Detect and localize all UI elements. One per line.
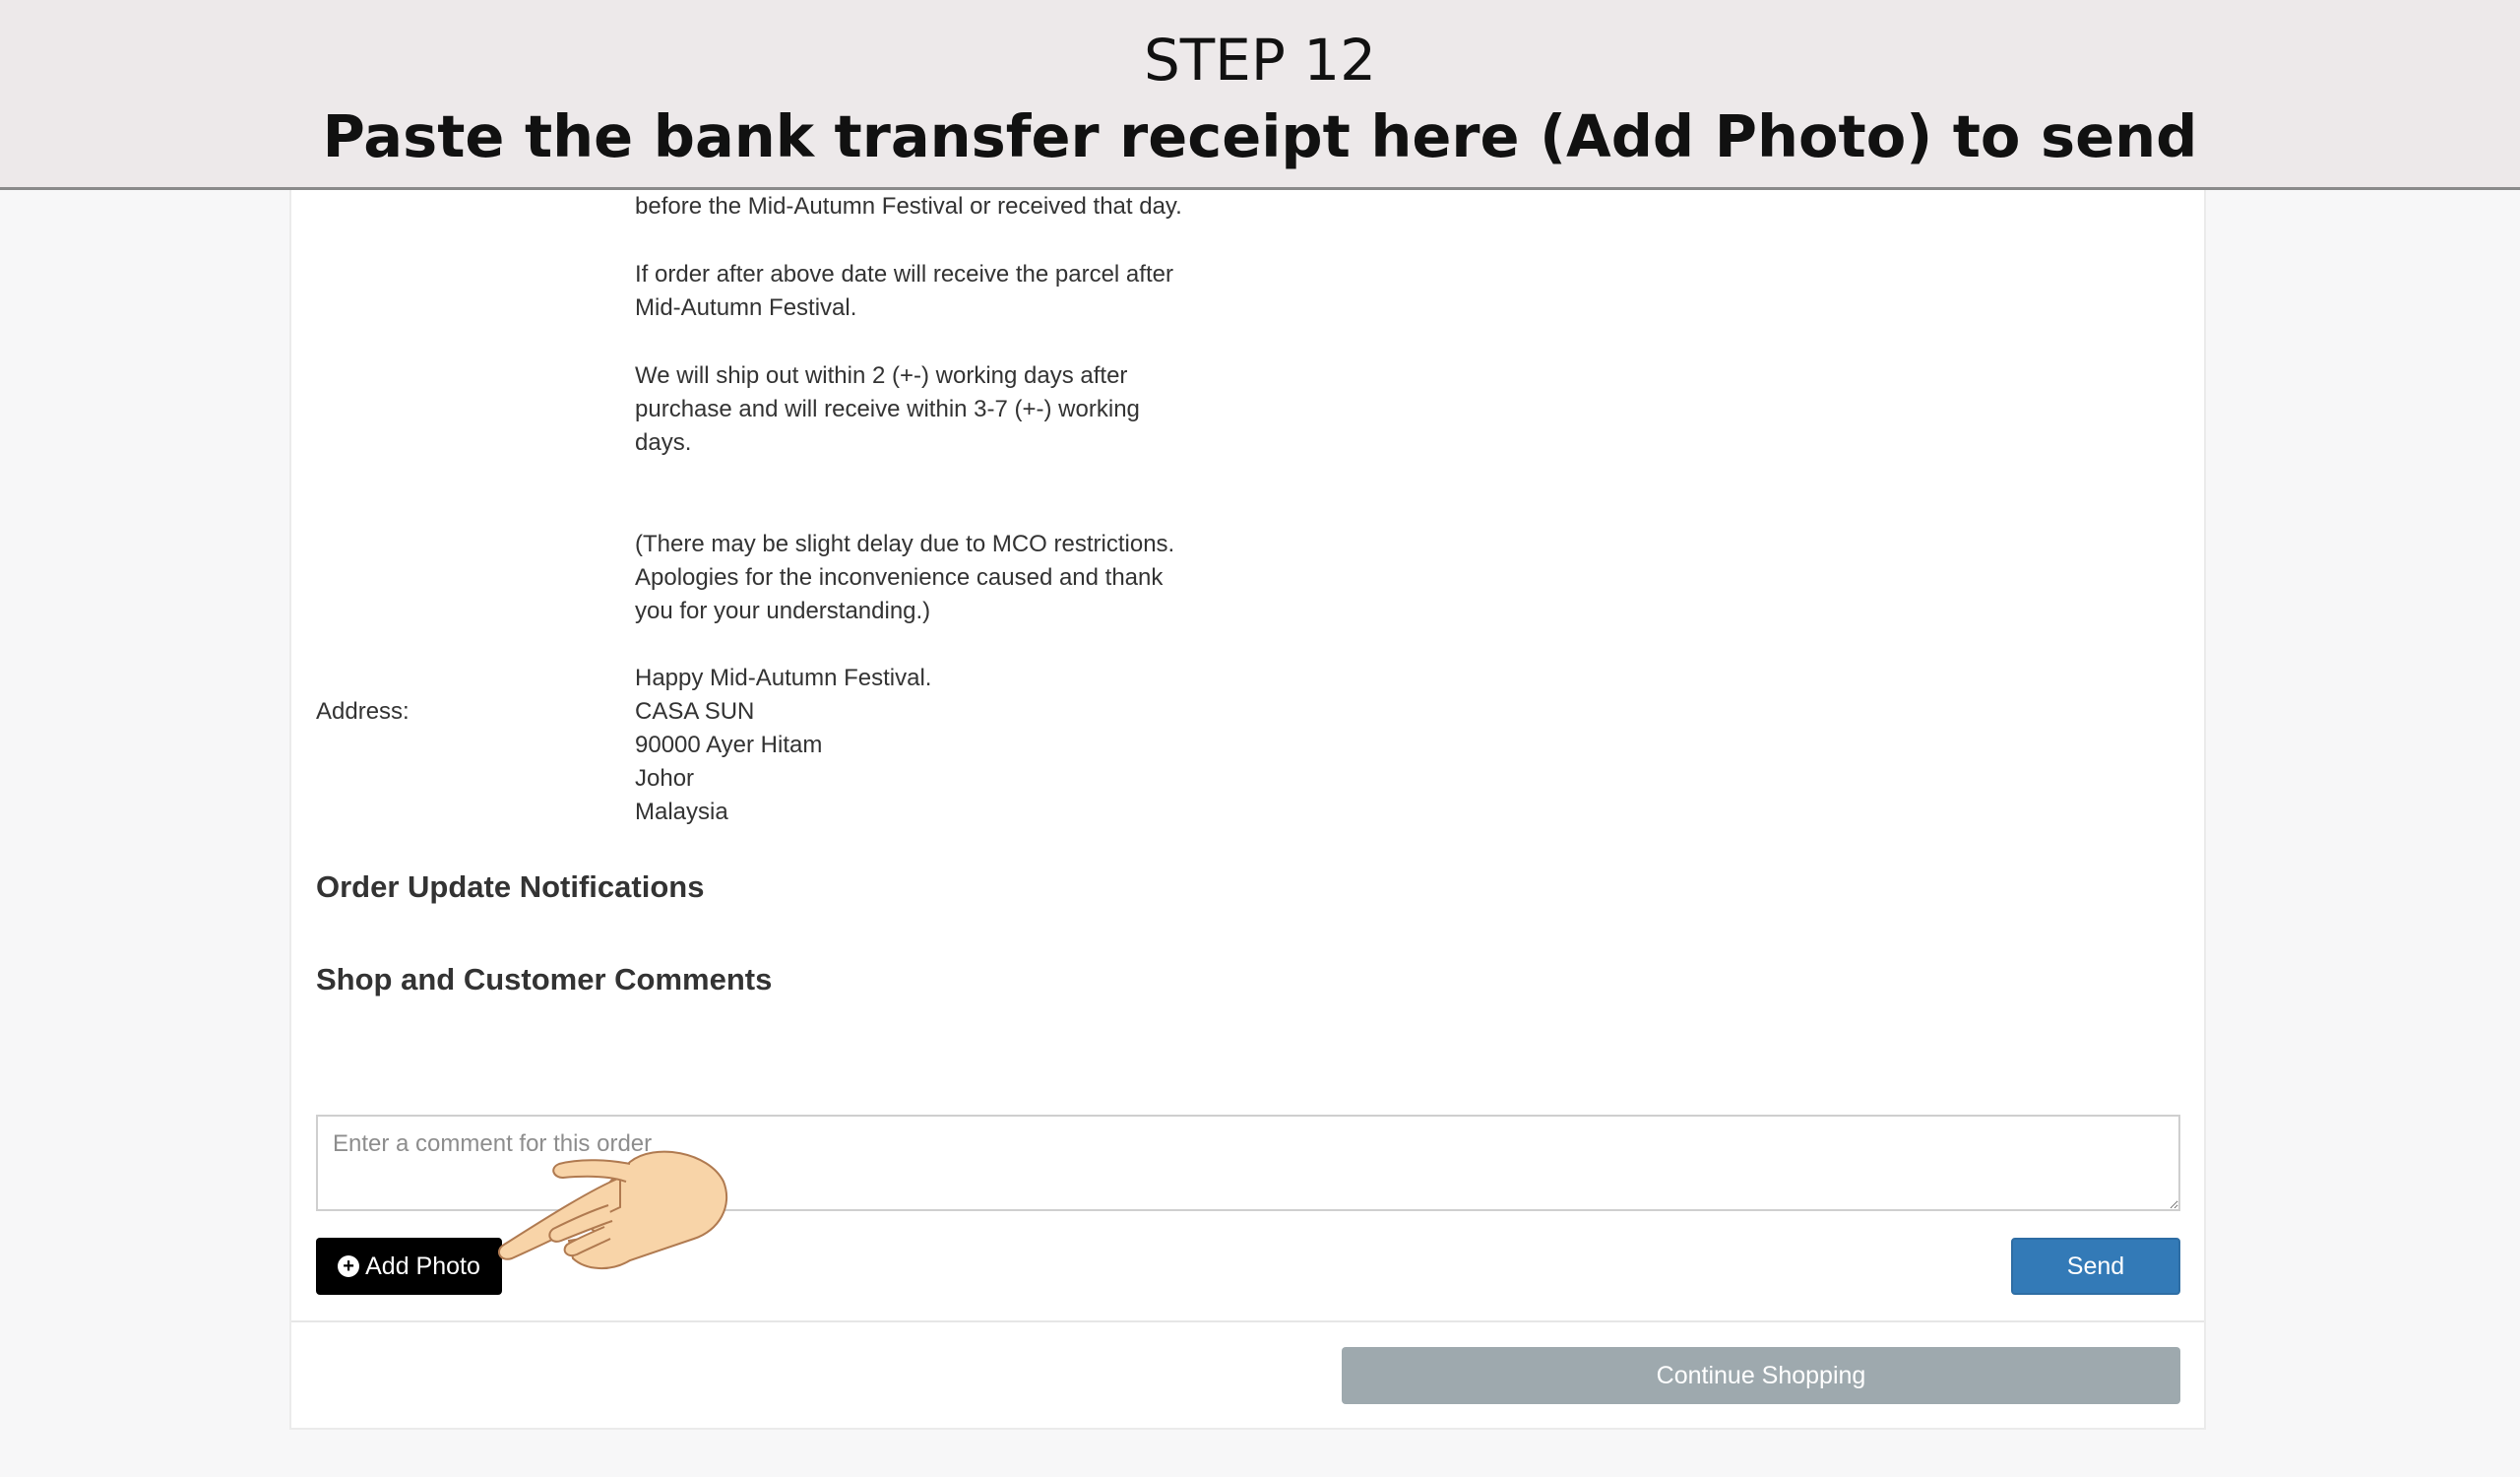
order-note-line: before the Mid-Autumn Festival or receiv… bbox=[635, 193, 1182, 220]
order-note-line: you for your understanding.) bbox=[635, 598, 931, 624]
footer-divider bbox=[291, 1320, 2204, 1322]
order-note-line: (There may be slight delay due to MCO re… bbox=[635, 531, 1175, 557]
step-number: STEP 12 bbox=[1143, 27, 1377, 94]
address-line: Happy Mid-Autumn Festival. bbox=[635, 665, 932, 691]
order-note-line: We will ship out within 2 (+-) working d… bbox=[635, 362, 1128, 389]
add-photo-button[interactable]: + Add Photo bbox=[316, 1238, 502, 1295]
pointing-hand-icon bbox=[497, 1150, 728, 1270]
address-line: Johor bbox=[635, 765, 695, 792]
address-label: Address: bbox=[316, 698, 410, 725]
send-label: Send bbox=[2066, 1252, 2125, 1280]
continue-shopping-button[interactable]: Continue Shopping bbox=[1342, 1347, 2180, 1404]
address-value: Happy Mid-Autumn Festival. CASA SUN 9000… bbox=[635, 662, 931, 829]
add-photo-label: Add Photo bbox=[365, 1252, 480, 1280]
order-note-line: Mid-Autumn Festival. bbox=[635, 294, 857, 321]
instruction-banner: STEP 12 Paste the bank transfer receipt … bbox=[0, 0, 2520, 190]
address-line: Malaysia bbox=[635, 799, 728, 825]
order-note-line: If order after above date will receive t… bbox=[635, 261, 1173, 288]
order-update-notifications-heading: Order Update Notifications bbox=[316, 869, 705, 904]
send-button[interactable]: Send bbox=[2011, 1238, 2180, 1295]
address-line: CASA SUN bbox=[635, 698, 755, 725]
order-note-line: Apologies for the inconvenience caused a… bbox=[635, 564, 1164, 591]
address-line: 90000 Ayer Hitam bbox=[635, 732, 823, 758]
step-instruction: Paste the bank transfer receipt here (Ad… bbox=[322, 102, 2198, 170]
order-note-line: days. bbox=[635, 429, 692, 456]
plus-circle-icon: + bbox=[338, 1255, 360, 1277]
order-note-line: purchase and will receive within 3-7 (+-… bbox=[635, 396, 1140, 422]
continue-shopping-label: Continue Shopping bbox=[1656, 1361, 1866, 1389]
shop-customer-comments-heading: Shop and Customer Comments bbox=[316, 962, 773, 996]
